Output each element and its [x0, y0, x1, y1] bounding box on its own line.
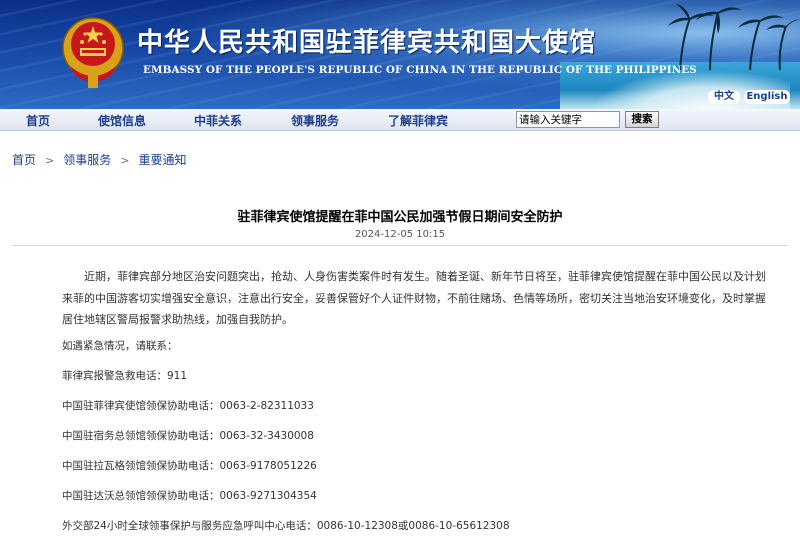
- palm-trees-illustration: [668, 4, 800, 70]
- chevron-right-icon: >: [120, 154, 130, 167]
- header-banner: 中华人民共和国驻菲律宾共和国大使馆 EMBASSY OF THE PEOPLE'…: [0, 0, 800, 109]
- article-paragraph-text: 近期，菲律宾部分地区治安问题突出，抢劫、人身伤害类案件时有发生。随着圣诞、新年节…: [62, 270, 766, 326]
- article-paragraph: 近期，菲律宾部分地区治安问题突出，抢劫、人身伤害类案件时有发生。随着圣诞、新年节…: [62, 266, 774, 331]
- contact-line-cebu: 中国驻宿务总领馆领保协助电话：0063-32-3430008: [62, 430, 314, 442]
- breadcrumb-home[interactable]: 首页: [12, 151, 36, 168]
- national-emblem-icon: [62, 17, 124, 88]
- search-button[interactable]: 搜索: [625, 111, 659, 128]
- contact-line-embassy: 中国驻菲律宾使馆领保协助电话：0063-2-82311033: [62, 400, 314, 412]
- contact-line-police: 菲律宾报警急救电话：911: [62, 370, 188, 382]
- article-date: 2024-12-05 10:15: [354, 229, 446, 240]
- chevron-right-icon: >: [45, 154, 55, 167]
- emergency-contact-intro: 如遇紧急情况，请联系：: [62, 340, 178, 352]
- main-navigation: 首页 使馆信息 中菲关系 领事服务 了解菲律宾 搜索: [0, 109, 800, 131]
- breadcrumb-consular-services[interactable]: 领事服务: [63, 151, 111, 168]
- search-input[interactable]: [516, 111, 620, 128]
- contact-line-laoag: 中国驻拉瓦格领馆领保协助电话：0063-9178051226: [62, 460, 317, 472]
- site-title-english: EMBASSY OF THE PEOPLE'S REPUBLIC OF CHIN…: [143, 64, 697, 76]
- breadcrumb: 首页 > 领事服务 > 重要通知: [12, 151, 186, 168]
- nav-item-home[interactable]: 首页: [26, 112, 50, 129]
- nav-item-embassy-info[interactable]: 使馆信息: [98, 112, 146, 129]
- language-chinese-link[interactable]: 中文: [708, 90, 740, 104]
- language-english-link[interactable]: English: [744, 90, 790, 104]
- nav-item-about-philippines[interactable]: 了解菲律宾: [388, 112, 448, 129]
- breadcrumb-important-notices[interactable]: 重要通知: [138, 151, 186, 168]
- nav-item-china-philippines-relations[interactable]: 中菲关系: [194, 112, 242, 129]
- nav-item-consular-services[interactable]: 领事服务: [291, 112, 339, 129]
- divider: [12, 245, 788, 246]
- contact-line-mfa-hotline: 外交部24小时全球领事保护与服务应急呼叫中心电话：0086-10-12308或0…: [62, 520, 510, 532]
- site-title-chinese: 中华人民共和国驻菲律宾共和国大使馆: [137, 28, 597, 58]
- contact-line-davao: 中国驻达沃总领馆领保协助电话：0063-9271304354: [62, 490, 317, 502]
- article-title: 驻菲律宾使馆提醒在菲中国公民加强节假日期间安全防护: [237, 210, 563, 225]
